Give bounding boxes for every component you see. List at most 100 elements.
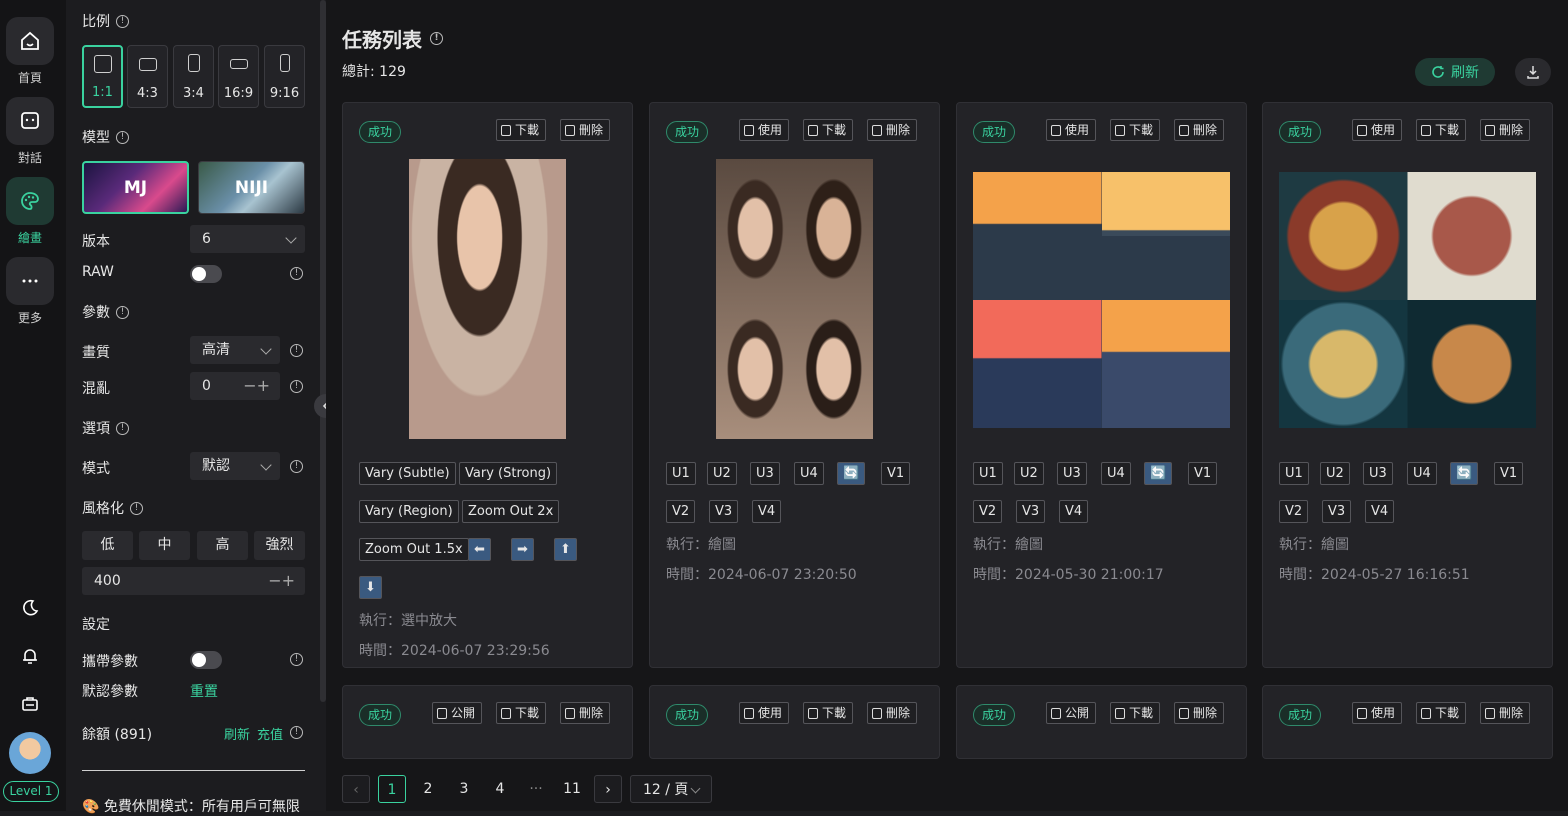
upscale-2-button[interactable]: U2	[1320, 462, 1350, 485]
result-image[interactable]	[409, 159, 566, 439]
zoom-out-1-5x-button[interactable]: Zoom Out 1.5x	[359, 538, 469, 561]
rail-home[interactable]: 首頁	[6, 17, 54, 86]
download-button[interactable]: 下載	[1110, 702, 1161, 724]
quality-select[interactable]: 高清	[190, 336, 280, 364]
variation-3-button[interactable]: V3	[1016, 500, 1046, 523]
use-button[interactable]: 使用	[739, 702, 790, 724]
variation-1-button[interactable]: V1	[1494, 462, 1524, 485]
delete-button[interactable]: 刪除	[560, 702, 611, 724]
variation-3-button[interactable]: V3	[709, 500, 739, 523]
pan-right-icon[interactable]: ➡	[511, 538, 534, 561]
download-button[interactable]: 下載	[1110, 119, 1161, 141]
upscale-2-button[interactable]: U2	[707, 462, 737, 485]
upscale-4-button[interactable]: U4	[794, 462, 824, 485]
info-icon[interactable]: !	[290, 653, 303, 666]
vary-strong-button[interactable]: Vary (Strong)	[459, 462, 558, 485]
upscale-3-button[interactable]: U3	[1363, 462, 1393, 485]
info-icon[interactable]: !	[290, 380, 303, 393]
rail-chat[interactable]: 對話	[6, 97, 54, 166]
info-icon[interactable]: !	[430, 32, 443, 45]
info-icon[interactable]: !	[290, 726, 303, 739]
reroll-icon[interactable]: 🔄	[837, 462, 866, 485]
variation-2-button[interactable]: V2	[973, 500, 1003, 523]
reroll-icon[interactable]: 🔄	[1144, 462, 1173, 485]
page-3[interactable]: 3	[450, 775, 478, 803]
stylize-low[interactable]: 低	[82, 531, 133, 560]
page-11[interactable]: 11	[558, 775, 586, 803]
ratio-16-9[interactable]: 16:9	[218, 45, 259, 108]
variation-4-button[interactable]: V4	[752, 500, 782, 523]
carry-params-toggle[interactable]	[190, 651, 222, 669]
avatar[interactable]	[9, 732, 51, 774]
stylize-mid[interactable]: 中	[139, 531, 190, 560]
stylize-stepper[interactable]: 400 −+	[82, 567, 305, 595]
use-button[interactable]: 使用	[1352, 119, 1403, 141]
delete-button[interactable]: 刪除	[867, 119, 918, 141]
mode-select[interactable]: 默認	[190, 452, 280, 480]
upscale-4-button[interactable]: U4	[1101, 462, 1131, 485]
delete-button[interactable]: 刪除	[867, 702, 918, 724]
minus-plus-icon[interactable]: −+	[243, 372, 270, 400]
use-button[interactable]: 使用	[739, 119, 790, 141]
upscale-2-button[interactable]: U2	[1014, 462, 1044, 485]
variation-2-button[interactable]: V2	[666, 500, 696, 523]
upscale-1-button[interactable]: U1	[1279, 462, 1309, 485]
upscale-3-button[interactable]: U3	[1057, 462, 1087, 485]
next-page-button[interactable]: ›	[594, 775, 622, 803]
result-image-grid[interactable]	[1279, 172, 1536, 428]
info-icon[interactable]: !	[290, 460, 303, 473]
info-icon[interactable]: !	[116, 14, 129, 28]
info-icon[interactable]: !	[116, 130, 129, 144]
public-button[interactable]: 公開	[1046, 702, 1097, 724]
variation-4-button[interactable]: V4	[1365, 500, 1395, 523]
result-image-grid[interactable]	[973, 172, 1230, 428]
page-1[interactable]: 1	[378, 775, 406, 803]
info-icon[interactable]: !	[290, 267, 303, 280]
pan-left-icon[interactable]: ⬅	[468, 538, 491, 561]
upscale-4-button[interactable]: U4	[1407, 462, 1437, 485]
version-select[interactable]: 6	[190, 225, 305, 253]
upscale-1-button[interactable]: U1	[666, 462, 696, 485]
delete-button[interactable]: 刪除	[1174, 119, 1225, 141]
ratio-4-3[interactable]: 4:3	[127, 45, 168, 108]
page-size-select[interactable]: 12 / 頁	[630, 775, 712, 803]
variation-1-button[interactable]: V1	[881, 462, 911, 485]
chaos-stepper[interactable]: 0 −+	[190, 372, 280, 400]
download-button[interactable]: 下載	[496, 119, 547, 141]
result-image-grid[interactable]	[716, 159, 873, 439]
vary-subtle-button[interactable]: Vary (Subtle)	[359, 462, 456, 485]
page-4[interactable]: 4	[486, 775, 514, 803]
info-icon[interactable]: !	[116, 421, 129, 435]
download-button[interactable]: 下載	[803, 702, 854, 724]
variation-1-button[interactable]: V1	[1188, 462, 1218, 485]
model-mj[interactable]: MJ	[82, 161, 189, 214]
raw-toggle[interactable]	[190, 265, 222, 283]
delete-button[interactable]: 刪除	[560, 119, 611, 141]
page-2[interactable]: 2	[414, 775, 442, 803]
vary-region-button[interactable]: Vary (Region)	[359, 500, 459, 523]
minus-plus-icon[interactable]: −+	[268, 567, 295, 595]
rail-more[interactable]: 更多	[6, 257, 54, 326]
info-icon[interactable]: !	[116, 305, 129, 319]
variation-2-button[interactable]: V2	[1279, 500, 1309, 523]
upscale-3-button[interactable]: U3	[750, 462, 780, 485]
delete-button[interactable]: 刪除	[1480, 119, 1531, 141]
use-button[interactable]: 使用	[1352, 702, 1403, 724]
stylize-strong[interactable]: 強烈	[254, 531, 305, 560]
prev-page-button[interactable]: ‹	[342, 775, 370, 803]
rail-draw[interactable]: 繪畫	[6, 177, 54, 246]
download-button[interactable]: 下載	[1416, 702, 1467, 724]
delete-button[interactable]: 刪除	[1174, 702, 1225, 724]
info-icon[interactable]: !	[130, 501, 143, 515]
reset-link[interactable]: 重置	[190, 681, 218, 701]
download-button[interactable]: 下載	[803, 119, 854, 141]
refresh-button[interactable]: 刷新	[1415, 58, 1495, 86]
public-button[interactable]: 公開	[432, 702, 483, 724]
delete-button[interactable]: 刪除	[1480, 702, 1531, 724]
ratio-1-1[interactable]: 1:1	[82, 45, 123, 108]
use-button[interactable]: 使用	[1046, 119, 1097, 141]
pan-up-icon[interactable]: ⬆	[554, 538, 577, 561]
bell-icon[interactable]	[19, 645, 41, 667]
page-ellipsis[interactable]: ···	[522, 775, 550, 803]
balance-refresh-link[interactable]: 刷新	[224, 724, 250, 743]
